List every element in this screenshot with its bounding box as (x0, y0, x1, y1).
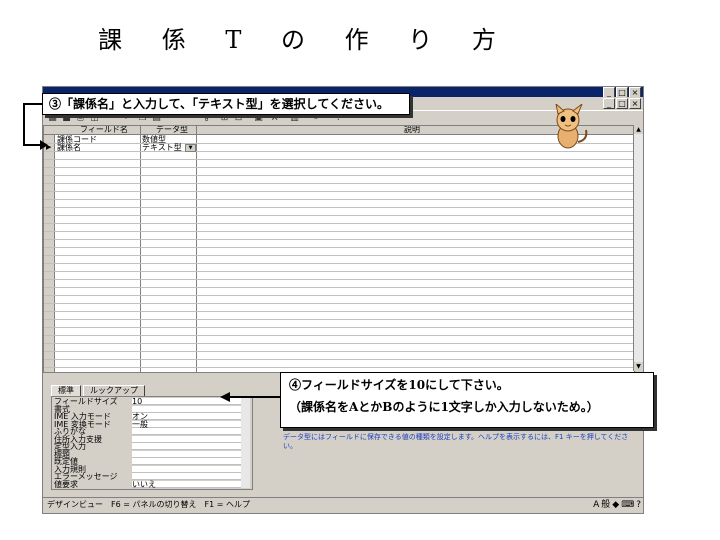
properties-scrollbar[interactable] (241, 396, 250, 488)
ime-help-icon[interactable]: ? (636, 499, 641, 511)
doc-restore-icon[interactable]: □ (616, 98, 628, 109)
status-text: デザインビュー F6 = パネルの切り替え F1 = ヘルプ (47, 500, 250, 509)
property-label: 既定値 (54, 457, 78, 466)
table-row[interactable] (44, 256, 634, 264)
table-row[interactable] (44, 240, 634, 248)
table-row[interactable] (44, 360, 634, 368)
data-type-dropdown[interactable]: ▼ (185, 144, 196, 152)
table-row[interactable] (44, 192, 634, 200)
header-description: 説明 (404, 125, 420, 134)
table-row[interactable] (44, 184, 634, 192)
table-row[interactable] (44, 200, 634, 208)
property-row: エラーメッセージ (52, 472, 252, 481)
property-value[interactable] (132, 405, 250, 413)
scroll-down-icon[interactable]: ▼ (634, 362, 643, 371)
table-row[interactable] (44, 336, 634, 344)
table-row[interactable] (44, 296, 634, 304)
doc-minimize-icon[interactable]: _ (603, 98, 615, 109)
cat-mascot-icon (555, 104, 588, 149)
table-row[interactable] (44, 176, 634, 184)
callout-step4: ④フィールドサイズを10にして下さい。 （課係名をAとかBのように1文字しか入力… (280, 372, 654, 428)
table-row[interactable] (44, 328, 634, 336)
data-type-cell[interactable]: テキスト型 (142, 144, 182, 152)
properties-list: フィールドサイズ 10 書式 IME 入力モード オン IME 変換モード 一般 ふりがな 住所… (51, 396, 253, 490)
property-row: 既定値 (52, 457, 252, 466)
property-value[interactable] (132, 435, 250, 443)
table-row[interactable] (44, 232, 634, 240)
table-row[interactable] (44, 288, 634, 296)
design-grid: フィールド名 データ型 説明 課係コード 数値型 ▶ 課係名 テキスト型 ▼ (43, 125, 635, 373)
callout-step3: ③「課係名」と入力して、「テキスト型」を選択してください。 (42, 93, 410, 115)
document-controls: _ □ × (603, 98, 641, 109)
grid-scrollbar[interactable]: ▲ ▼ (633, 125, 643, 371)
property-label: エラーメッセージ (54, 472, 118, 481)
ime-keyboard-icon[interactable]: ⌨ (621, 499, 634, 511)
property-label: IME 入力モード (54, 412, 111, 421)
property-label: 値要求 (54, 479, 78, 489)
slide-title: 課 係 T の 作 り 方 (98, 26, 512, 54)
property-row: ふりがな (52, 427, 252, 436)
status-bar: デザインビュー F6 = パネルの切り替え F1 = ヘルプ A 般 ◆ ⌨ ? (43, 497, 643, 512)
property-value[interactable]: 一般 (132, 420, 250, 428)
ime-tray: A 般 ◆ ⌨ ? (593, 499, 641, 511)
property-row: 値要求 いいえ (52, 479, 252, 489)
property-value[interactable] (132, 443, 250, 450)
property-label: フィールドサイズ (54, 397, 118, 406)
property-label: ふりがな (54, 427, 86, 436)
ime-dictionary-icon[interactable]: ◆ (612, 499, 619, 511)
header-field-name: フィールド名 (80, 125, 128, 134)
data-type-cell[interactable]: 数値型 (142, 136, 166, 144)
property-value[interactable] (132, 458, 250, 465)
callout-step4-line2: （課係名をAとかBのように1文字しか入力しないため。） (289, 400, 599, 414)
table-row[interactable] (44, 280, 634, 288)
table-row[interactable] (44, 320, 634, 328)
header-data-type: データ型 (156, 125, 188, 134)
field-name-cell[interactable]: 課係名 (57, 144, 81, 152)
ime-mode-label[interactable]: 般 (601, 499, 610, 511)
property-value[interactable] (132, 465, 250, 473)
table-row[interactable] (44, 344, 634, 352)
property-hint: データ型にはフィールドに保存できる値の種類を設定します。ヘルプを表示するには、F… (283, 433, 629, 450)
table-row[interactable] (44, 272, 634, 280)
tab-general[interactable]: 標準 (51, 385, 81, 396)
table-row[interactable] (44, 216, 634, 224)
property-value[interactable]: いいえ (132, 480, 250, 488)
scroll-up-icon[interactable]: ▲ (634, 125, 643, 134)
tab-lookup[interactable]: ルックアップ (83, 385, 145, 396)
doc-close-icon[interactable]: × (629, 98, 641, 109)
table-row[interactable] (44, 312, 634, 320)
table-row[interactable] (44, 160, 634, 168)
property-row: 定型入力 (52, 442, 252, 451)
grid-header: フィールド名 データ型 説明 (44, 126, 634, 135)
table-row[interactable] (44, 352, 634, 360)
field-name-cell[interactable]: 課係コード (57, 136, 97, 144)
table-row[interactable] (44, 304, 634, 312)
table-row[interactable]: ▶ 課係名 テキスト型 (44, 144, 634, 152)
property-value[interactable]: オン (132, 413, 250, 421)
table-row[interactable] (44, 208, 634, 216)
property-value[interactable] (132, 450, 250, 458)
step3-arrow-icon (23, 103, 48, 150)
property-value[interactable] (132, 428, 250, 435)
property-row: IME 入力モード オン (52, 412, 252, 421)
property-value[interactable] (132, 473, 250, 480)
table-row[interactable]: 課係コード 数値型 (44, 136, 634, 144)
step4-arrow-icon (220, 392, 280, 402)
table-row[interactable] (44, 264, 634, 272)
callout-step4-line1: ④フィールドサイズを10にして下さい。 (289, 378, 509, 392)
property-row: 標題 (52, 450, 252, 458)
access-window: _ □ × _ □ × ▦ ■ ⎙ ◫ ✂ ❐ ▤ ↶ ⚷ ⊞ ⊟ ▣ ⚒ ▥ … (42, 86, 644, 514)
property-label: 定型入力 (54, 442, 86, 451)
table-row[interactable] (44, 248, 634, 256)
table-row[interactable] (44, 152, 634, 160)
table-row[interactable] (44, 168, 634, 176)
properties-tabs: 標準 ルックアップ (51, 385, 145, 396)
table-row[interactable] (44, 224, 634, 232)
ime-mode-icon[interactable]: A (593, 499, 599, 511)
